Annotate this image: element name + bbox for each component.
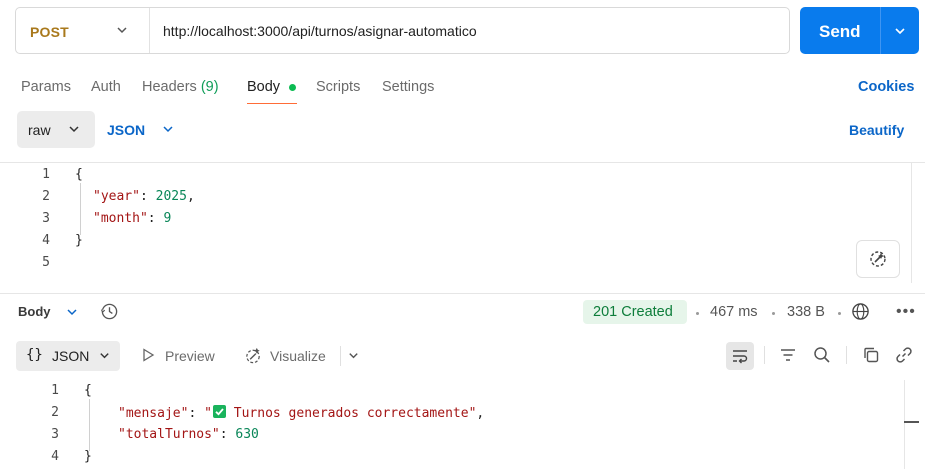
indent-guide <box>89 399 90 451</box>
line-number: 5 <box>42 255 50 270</box>
tab-headers[interactable]: Headers (9) <box>142 79 219 95</box>
line-number: 2 <box>42 189 50 204</box>
separator-dot <box>838 312 841 315</box>
response-format-label[interactable]: JSON <box>52 348 89 364</box>
response-view-dropdown[interactable]: Body <box>18 304 51 319</box>
chevron-down-icon[interactable] <box>98 349 111 362</box>
status-text[interactable]: 201 Created <box>593 304 673 320</box>
preview-button[interactable]: Preview <box>165 348 215 364</box>
json-key: "totalTurnos" <box>118 427 220 442</box>
json-string: Turnos generados correctamente" <box>225 406 477 421</box>
method-selector[interactable]: POST <box>30 24 69 40</box>
code-line-total[interactable]: "totalTurnos": 630 <box>118 427 259 442</box>
line-number: 2 <box>51 405 59 420</box>
json-braces-icon: {} <box>26 347 43 363</box>
globe-icon[interactable] <box>851 302 870 321</box>
chevron-down-icon[interactable] <box>161 122 175 136</box>
tab-scripts[interactable]: Scripts <box>316 79 360 95</box>
visualize-icon[interactable] <box>243 346 263 365</box>
magic-wand-icon <box>870 251 886 267</box>
chevron-down-icon[interactable] <box>114 22 130 38</box>
tab-auth[interactable]: Auth <box>91 79 121 95</box>
separator-dot <box>696 312 699 315</box>
code-line-year[interactable]: "year": 2025, <box>93 189 195 204</box>
json-key: "month" <box>93 211 148 226</box>
toolbar-divider <box>340 346 341 366</box>
code-close-brace[interactable]: } <box>84 449 92 464</box>
filter-icon[interactable] <box>778 345 798 365</box>
body-modified-dot <box>289 84 296 91</box>
code-line-month[interactable]: "month": 9 <box>93 211 171 226</box>
code-open-brace[interactable]: { <box>75 167 83 182</box>
cookies-link[interactable]: Cookies <box>858 79 914 95</box>
response-scroll-edge <box>904 380 905 469</box>
toolbar-divider <box>764 346 765 364</box>
scrollbar-marker[interactable] <box>904 421 919 423</box>
wrap-lines-icon <box>733 350 748 364</box>
link-icon[interactable] <box>894 345 914 365</box>
response-size[interactable]: 338 B <box>787 304 825 320</box>
indent-guide <box>80 183 81 235</box>
url-divider <box>149 8 150 53</box>
code-line-mensaje[interactable]: "mensaje": " Turnos generados correctame… <box>118 405 484 421</box>
json-key: "mensaje" <box>118 406 189 421</box>
json-number: 2025 <box>155 189 187 204</box>
send-button-label[interactable]: Send <box>819 22 861 42</box>
chevron-down-icon[interactable] <box>67 122 81 136</box>
send-divider <box>880 7 881 54</box>
url-input[interactable]: http://localhost:3000/api/turnos/asignar… <box>163 23 477 39</box>
response-divider <box>0 293 925 294</box>
ai-assist-button[interactable] <box>856 240 900 278</box>
line-number: 3 <box>51 427 59 442</box>
headers-count: (9) <box>200 79 219 95</box>
send-options-chevron-icon[interactable] <box>892 23 908 39</box>
toolbar-divider <box>846 346 847 364</box>
response-time[interactable]: 467 ms <box>710 304 758 320</box>
more-options-icon[interactable]: ••• <box>896 303 916 321</box>
json-key: "year" <box>93 189 140 204</box>
chevron-down-icon[interactable] <box>65 305 79 319</box>
editor-divider <box>0 162 925 163</box>
json-string-quote: " <box>204 406 212 421</box>
code-open-brace[interactable]: { <box>84 383 92 398</box>
tab-body[interactable]: Body <box>247 79 280 95</box>
json-number: 9 <box>163 211 172 226</box>
tab-settings[interactable]: Settings <box>382 79 434 95</box>
line-number: 4 <box>51 449 59 464</box>
line-number: 1 <box>42 167 50 182</box>
search-icon[interactable] <box>812 345 832 365</box>
play-icon[interactable] <box>141 348 155 362</box>
body-mode-label[interactable]: raw <box>28 122 51 138</box>
history-icon[interactable] <box>100 302 119 321</box>
beautify-button[interactable]: Beautify <box>849 122 904 138</box>
line-number: 1 <box>51 383 59 398</box>
line-number: 4 <box>42 233 50 248</box>
json-number: 630 <box>235 427 259 442</box>
active-tab-indicator <box>247 103 297 104</box>
visualize-button[interactable]: Visualize <box>270 348 326 364</box>
body-language-dropdown[interactable]: JSON <box>107 122 145 138</box>
code-close-brace[interactable]: } <box>75 233 83 248</box>
wrap-lines-button[interactable] <box>726 342 754 370</box>
editor-scroll-edge <box>911 163 912 283</box>
tab-params[interactable]: Params <box>21 79 71 95</box>
line-number: 3 <box>42 211 50 226</box>
check-mark-icon <box>212 405 226 418</box>
chevron-down-icon[interactable] <box>347 349 360 362</box>
tab-headers-label: Headers <box>142 79 197 95</box>
separator-dot <box>772 312 775 315</box>
copy-icon[interactable] <box>861 345 881 365</box>
